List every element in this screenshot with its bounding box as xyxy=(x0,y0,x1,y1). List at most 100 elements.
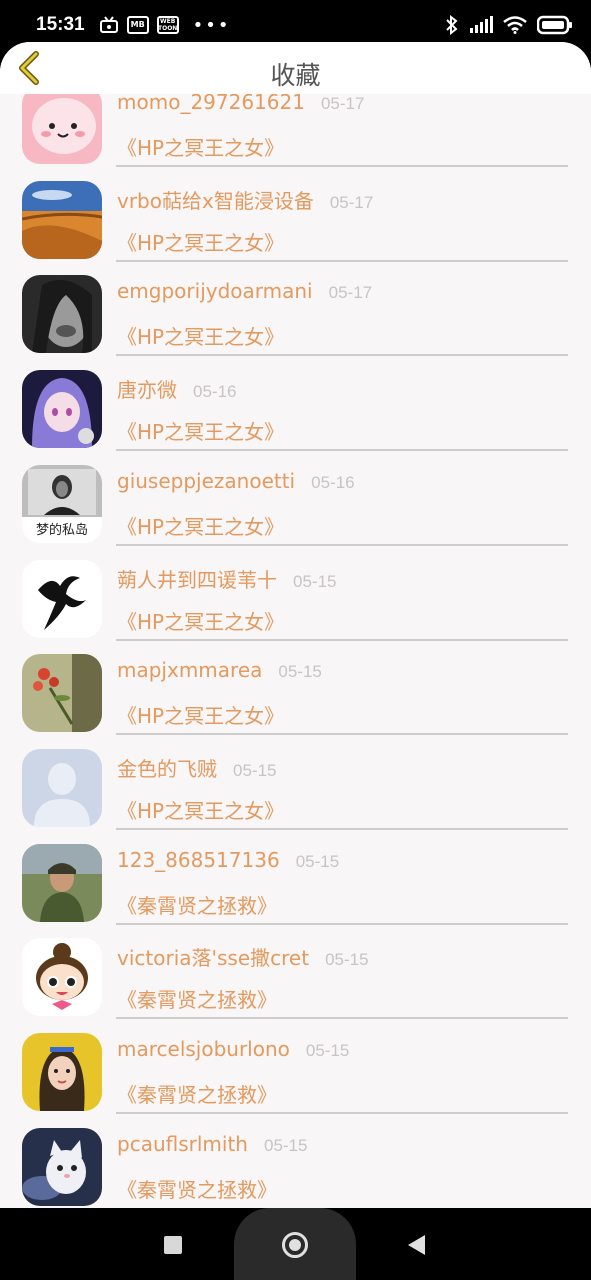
username[interactable]: marcelsjoburlono xyxy=(117,1037,290,1061)
divider xyxy=(116,827,568,830)
date: 05-17 xyxy=(320,94,365,113)
name-line: pcauflsrlmith 05-15 xyxy=(117,1132,307,1156)
chevron-left-icon xyxy=(19,51,39,85)
divider xyxy=(116,449,568,452)
book-title[interactable]: 《HP之冥王之女》 xyxy=(117,321,284,350)
back-button[interactable] xyxy=(12,50,46,86)
svg-text:梦的私岛: 梦的私岛 xyxy=(36,522,88,538)
anime-girl-avatar[interactable] xyxy=(22,370,102,449)
book-title[interactable]: 《HP之冥王之女》 xyxy=(117,132,284,161)
date: 05-15 xyxy=(305,1041,350,1060)
divider xyxy=(116,354,568,357)
book-title[interactable]: 《秦霄贤之拯救》 xyxy=(117,1079,277,1108)
book-title[interactable]: 《秦霄贤之拯救》 xyxy=(117,890,277,919)
name-line: victoria落'sse撒cret 05-15 xyxy=(117,942,369,971)
date: 05-15 xyxy=(325,950,369,970)
name-line: marcelsjoburlono 05-15 xyxy=(117,1037,349,1061)
wifi-icon xyxy=(503,16,527,34)
divider xyxy=(116,1112,568,1114)
name-line: 唐亦微 05-16 xyxy=(117,374,236,403)
page-title: 收藏 xyxy=(270,61,321,90)
divider xyxy=(116,259,568,262)
list-item[interactable]: vrbo萜给x智能浸设备 05-17 《HP之冥王之女》 xyxy=(0,171,591,266)
girl-photo-avatar[interactable] xyxy=(22,1033,102,1111)
book-title[interactable]: 《秦霄贤之拯救》 xyxy=(117,984,277,1013)
status-notification-icons: MB WEB TOON ••• xyxy=(99,15,231,36)
list-item[interactable]: mapjxmmarea 05-15 《HP之冥王之女》 xyxy=(0,644,591,739)
name-line: 蒴人井到四谖苇十 05-15 xyxy=(117,564,336,593)
header: 收藏 xyxy=(0,42,591,94)
pink-cartoon-avatar[interactable] xyxy=(22,86,102,164)
username[interactable]: victoria落'sse撒cret xyxy=(117,942,309,971)
divider xyxy=(116,638,568,641)
game-soldier-avatar[interactable] xyxy=(22,843,102,922)
list-item[interactable]: 唐亦微 05-16 《HP之冥王之女》 xyxy=(0,360,591,455)
date: 05-15 xyxy=(295,851,340,871)
divider xyxy=(116,1017,568,1020)
date: 05-17 xyxy=(328,283,373,303)
system-nav-bar xyxy=(0,1208,591,1280)
username[interactable]: 蒴人井到四谖苇十 xyxy=(117,564,277,593)
date: 05-15 xyxy=(263,1135,308,1155)
divider xyxy=(116,165,568,167)
favorites-screen: momo_297261621 05-17 《HP之冥王之女》 vrbo萜给x智能… xyxy=(0,42,591,1208)
date: 05-15 xyxy=(293,571,337,591)
book-title[interactable]: 《秦霄贤之拯救》 xyxy=(117,1174,277,1203)
username[interactable]: vrbo萜给x智能浸设备 xyxy=(117,185,314,214)
date: 05-15 xyxy=(233,760,277,780)
list-item[interactable]: marcelsjoburlono 05-15 《秦霄贤之拯救》 xyxy=(0,1023,591,1118)
white-cat-avatar[interactable] xyxy=(22,1127,102,1206)
dancer-silhouette-avatar[interactable] xyxy=(22,559,102,638)
signal-icon xyxy=(469,16,493,34)
name-line: vrbo萜给x智能浸设备 05-17 xyxy=(117,185,373,214)
list-item[interactable]: 梦的私岛 giuseppjezanoetti 05-16 《HP之冥王之女》 xyxy=(0,455,591,550)
name-line: giuseppjezanoetti 05-16 xyxy=(117,469,355,493)
username[interactable]: 123_868517136 xyxy=(117,848,280,872)
list-item[interactable]: pcauflsrlmith 05-15 《秦霄贤之拯救》 xyxy=(0,1118,591,1208)
tv-icon xyxy=(99,16,119,34)
default-user-avatar[interactable] xyxy=(22,748,102,827)
battery-icon xyxy=(537,15,573,35)
username[interactable]: 唐亦微 xyxy=(117,374,177,403)
name-line: mapjxmmarea 05-15 xyxy=(117,658,322,682)
username[interactable]: pcauflsrlmith xyxy=(117,1132,248,1156)
list-item[interactable]: 123_868517136 05-15 《秦霄贤之拯救》 xyxy=(0,834,591,929)
bw-portrait-avatar[interactable] xyxy=(22,275,102,354)
name-line: 123_868517136 05-15 xyxy=(117,848,339,872)
webtoon-badge-icon: WEB TOON xyxy=(156,16,179,34)
name-line: 金色的飞贼 05-15 xyxy=(117,753,276,782)
home-circle-icon[interactable] xyxy=(282,1232,308,1258)
list-item[interactable]: victoria落'sse撒cret 05-15 《秦霄贤之拯救》 xyxy=(0,928,591,1023)
book-title[interactable]: 《HP之冥王之女》 xyxy=(117,795,284,824)
status-system-icons xyxy=(445,15,573,35)
book-title[interactable]: 《HP之冥王之女》 xyxy=(117,700,284,729)
name-line: emgporijydoarmani 05-17 xyxy=(117,279,372,303)
book-title[interactable]: 《HP之冥王之女》 xyxy=(117,606,284,635)
username[interactable]: mapjxmmarea xyxy=(117,658,262,682)
bluetooth-icon xyxy=(445,15,459,35)
recents-square-icon[interactable] xyxy=(164,1236,182,1254)
username[interactable]: 金色的飞贼 xyxy=(117,753,217,782)
desert-photo-avatar[interactable] xyxy=(22,180,102,259)
flower-photo-avatar[interactable] xyxy=(22,654,102,733)
divider xyxy=(116,543,568,546)
book-title[interactable]: 《HP之冥王之女》 xyxy=(117,416,284,445)
date: 05-16 xyxy=(193,382,237,402)
list-item[interactable]: 金色的飞贼 05-15 《HP之冥王之女》 xyxy=(0,739,591,834)
divider xyxy=(116,922,568,925)
date: 05-16 xyxy=(311,472,355,492)
book-title[interactable]: 《HP之冥王之女》 xyxy=(117,511,284,540)
back-triangle-icon[interactable] xyxy=(408,1235,425,1255)
username[interactable]: emgporijydoarmani xyxy=(117,279,313,303)
list-item[interactable]: 蒴人井到四谖苇十 05-15 《HP之冥王之女》 xyxy=(0,550,591,645)
list-item[interactable]: emgporijydoarmani 05-17 《HP之冥王之女》 xyxy=(0,265,591,360)
date: 05-17 xyxy=(329,192,374,212)
divider xyxy=(116,733,568,736)
vintage-photo-avatar[interactable]: 梦的私岛 xyxy=(22,464,102,543)
book-title[interactable]: 《HP之冥王之女》 xyxy=(117,227,284,256)
cartoon-girl-avatar[interactable] xyxy=(22,938,102,1017)
mb-badge-icon: MB xyxy=(126,16,149,34)
username[interactable]: giuseppjezanoetti xyxy=(117,469,295,493)
more-notifications-icon: ••• xyxy=(192,14,231,36)
date: 05-15 xyxy=(278,662,322,682)
